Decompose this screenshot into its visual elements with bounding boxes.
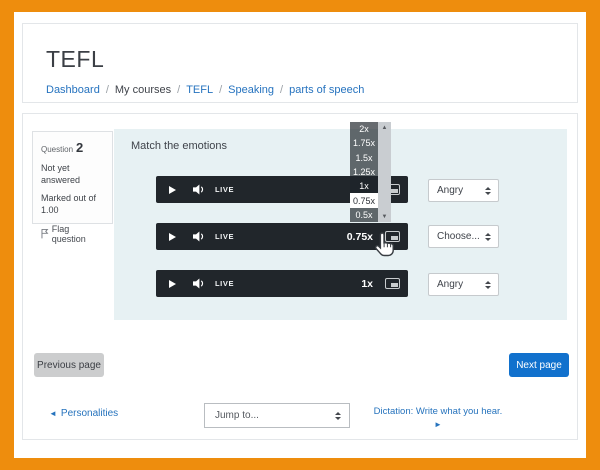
live-badge: LIVE xyxy=(215,185,234,194)
speed-menu-item-1-75x[interactable]: 1.75x xyxy=(350,136,378,150)
play-icon xyxy=(169,233,176,241)
speed-menu-item-1-5x[interactable]: 1.5x xyxy=(350,151,378,165)
volume-button[interactable] xyxy=(191,278,207,289)
question-heading: Question2 xyxy=(41,139,104,157)
flag-question-label: Flag question xyxy=(52,224,104,244)
play-button[interactable] xyxy=(165,280,179,288)
breadcrumb-separator: / xyxy=(219,84,222,96)
question-number: 2 xyxy=(76,140,83,155)
answer-select-1[interactable]: Angry xyxy=(428,179,499,202)
volume-icon xyxy=(193,278,206,289)
question-status: Not yet answered xyxy=(41,162,104,186)
scroll-up-icon[interactable]: ▲ xyxy=(378,122,391,133)
footer-prev-label: Personalities xyxy=(61,408,118,419)
breadcrumb-link-dashboard[interactable]: Dashboard xyxy=(46,84,100,96)
speed-menu-item-2x[interactable]: 2x xyxy=(350,122,378,136)
play-icon xyxy=(169,186,176,194)
app-frame: TEFL Dashboard / My courses / TEFL / Spe… xyxy=(0,0,600,470)
audio-player-3: LIVE 1x xyxy=(156,270,408,297)
select-caret-icon xyxy=(485,233,491,241)
question-panel: Match the emotions LIVE 1x xyxy=(114,129,567,320)
flag-question-link[interactable]: Flag question xyxy=(41,224,104,244)
breadcrumb: Dashboard / My courses / TEFL / Speaking… xyxy=(46,84,364,96)
next-arrow-icon: ► xyxy=(434,420,442,429)
breadcrumb-item-my-courses[interactable]: My courses xyxy=(115,84,171,96)
answer-select-value: Angry xyxy=(437,185,485,196)
select-caret-icon xyxy=(485,187,491,195)
speed-menu-scrollbar[interactable]: ▲ ▼ xyxy=(378,122,391,222)
footer-next-label: Dictation: Write what you hear. xyxy=(374,406,503,417)
pip-icon xyxy=(391,189,398,194)
pip-button[interactable] xyxy=(385,278,400,289)
playback-speed-button[interactable]: 0.75x xyxy=(347,231,373,243)
footer-prev-link[interactable]: ◄ Personalities xyxy=(49,408,118,419)
speed-menu-item-0-75x[interactable]: 0.75x xyxy=(350,193,378,207)
breadcrumb-link-parts-of-speech[interactable]: parts of speech xyxy=(289,84,364,96)
content-card: Question2 Not yet answered Marked out of… xyxy=(22,113,578,440)
play-icon xyxy=(169,280,176,288)
speed-menu-item-0-5x[interactable]: 0.5x xyxy=(350,208,378,222)
live-badge: LIVE xyxy=(215,279,234,288)
breadcrumb-separator: / xyxy=(106,84,109,96)
speed-menu-item-1-25x[interactable]: 1.25x xyxy=(350,165,378,179)
playback-speed-button[interactable]: 1x xyxy=(361,278,373,290)
jump-to-select[interactable]: Jump to... xyxy=(204,403,350,428)
question-label: Question xyxy=(41,145,73,154)
select-caret-icon xyxy=(335,412,341,420)
breadcrumb-link-speaking[interactable]: Speaking xyxy=(228,84,274,96)
answer-select-value: Angry xyxy=(437,279,485,290)
next-page-button[interactable]: Next page xyxy=(509,353,569,377)
pip-button[interactable] xyxy=(385,231,400,242)
jump-to-value: Jump to... xyxy=(215,410,335,421)
question-prompt: Match the emotions xyxy=(131,140,227,152)
speed-menu: 2x 1.75x 1.5x 1.25x 1x 0.75x 0.5x ▲ ▼ xyxy=(350,122,391,222)
footer-next-link[interactable]: Dictation: Write what you hear. ► xyxy=(368,405,508,432)
speed-menu-items: 2x 1.75x 1.5x 1.25x 1x 0.75x 0.5x xyxy=(350,122,378,222)
page-background: TEFL Dashboard / My courses / TEFL / Spe… xyxy=(14,12,586,458)
play-button[interactable] xyxy=(165,233,179,241)
breadcrumb-separator: / xyxy=(177,84,180,96)
question-info-box: Question2 Not yet answered Marked out of… xyxy=(32,131,113,224)
volume-icon xyxy=(193,231,206,242)
answer-select-2[interactable]: Choose... xyxy=(428,225,499,248)
speed-menu-item-1x[interactable]: 1x xyxy=(350,179,378,193)
previous-page-button[interactable]: Previous page xyxy=(34,353,104,377)
live-badge: LIVE xyxy=(215,232,234,241)
volume-button[interactable] xyxy=(191,231,207,242)
scroll-down-icon[interactable]: ▼ xyxy=(378,211,391,222)
pip-icon xyxy=(391,283,398,288)
header-card: TEFL Dashboard / My courses / TEFL / Spe… xyxy=(22,23,578,103)
breadcrumb-link-tefl[interactable]: TEFL xyxy=(186,84,213,96)
flag-icon xyxy=(41,228,49,239)
audio-player-2: LIVE 0.75x xyxy=(156,223,408,250)
prev-arrow-icon: ◄ xyxy=(49,409,57,418)
select-caret-icon xyxy=(485,281,491,289)
answer-select-3[interactable]: Angry xyxy=(428,273,499,296)
volume-button[interactable] xyxy=(191,184,207,195)
page-title: TEFL xyxy=(46,46,104,73)
pip-icon xyxy=(391,236,398,241)
volume-icon xyxy=(193,184,206,195)
breadcrumb-separator: / xyxy=(280,84,283,96)
question-marks: Marked out of 1.00 xyxy=(41,192,104,216)
play-button[interactable] xyxy=(165,186,179,194)
answer-select-value: Choose... xyxy=(437,231,485,242)
